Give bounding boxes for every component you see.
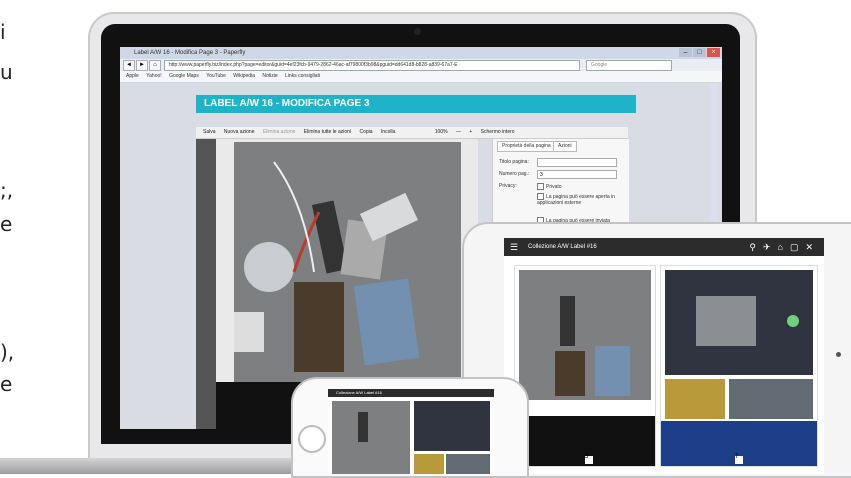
left-gutter	[196, 139, 216, 429]
page-icon[interactable]: ▢	[790, 242, 806, 252]
page-number-label: Numero pag.:	[499, 171, 530, 177]
tablet-page-number-left: 3	[585, 454, 589, 460]
window-titlebar: Label A/W 16 - Modifica Page 3 - Paperfl…	[120, 47, 722, 59]
camera	[414, 28, 421, 35]
checkbox[interactable]	[537, 183, 544, 190]
tablet-page-number-right: 7	[735, 454, 739, 460]
bookmark-links[interactable]: Links consigliati	[285, 73, 320, 79]
privacy-label: Privacy:	[499, 183, 517, 189]
tab-actions[interactable]: Azioni	[553, 141, 577, 152]
window-controls: – □ ×	[679, 48, 720, 57]
tablet-screen: ☰ Collezione A/W Label #16 ⚲✈⌂▢✕ 3 7	[504, 238, 824, 474]
close-button[interactable]: ×	[707, 48, 720, 57]
search-input[interactable]: Google	[586, 60, 672, 71]
tablet-page-right[interactable]: 7	[660, 265, 818, 467]
side-text-4: e	[0, 212, 13, 236]
minimize-button[interactable]: –	[679, 48, 692, 57]
maximize-button[interactable]: □	[693, 48, 706, 57]
browser-navbar: ◄ ► ⌂ http://www.paperfly.biz/index.php?…	[120, 59, 722, 71]
copy-button[interactable]: Copia	[359, 129, 372, 135]
title-field[interactable]	[537, 158, 617, 167]
forward-button[interactable]: ►	[136, 60, 148, 71]
checkbox[interactable]	[537, 193, 544, 200]
phone-screen: Collezione A/W Label #16	[328, 389, 494, 474]
share-icon[interactable]: ⌂	[778, 242, 790, 252]
privacy-external-label: La pagina può essere aperta in applicazi…	[537, 193, 615, 206]
window-title: Label A/W 16 - Modifica Page 3 - Paperfl…	[134, 50, 246, 56]
bookmark-news[interactable]: Notizie	[262, 73, 277, 79]
phone-content-image	[332, 401, 490, 474]
new-action-button[interactable]: Nuova azione	[224, 129, 255, 135]
paste-button[interactable]: Incolla	[381, 129, 395, 135]
tablet-home-dot	[836, 352, 841, 357]
side-text-6: e	[0, 372, 13, 396]
editor-toolbar: Salva Nuova azione Elimina azione Elimin…	[196, 127, 628, 139]
privacy-private[interactable]: Privato	[537, 183, 562, 190]
home-icon[interactable]: ⌂	[149, 60, 161, 71]
save-button[interactable]: Salva	[203, 129, 216, 135]
tablet-toolbar-icons: ⚲✈⌂▢✕	[749, 238, 820, 256]
privacy-external[interactable]: La pagina può essere aperta in applicazi…	[537, 193, 617, 206]
delete-all-button[interactable]: Elimina tutte le azioni	[304, 129, 351, 135]
tablet-title: Collezione A/W Label #16	[528, 244, 597, 250]
tablet-right-image	[661, 270, 817, 466]
side-text-5: ),	[0, 340, 15, 364]
fullscreen-button[interactable]: Schermo intero	[481, 129, 515, 135]
side-text-3: ;,	[0, 178, 14, 202]
close-icon[interactable]: ✕	[805, 242, 820, 252]
zoom-out-button[interactable]: —	[456, 129, 461, 135]
phone-header: Collezione A/W Label #16	[328, 389, 494, 397]
page-photo[interactable]	[234, 142, 461, 382]
page-title: LABEL A/W 16 - MODIFICA PAGE 3	[196, 95, 636, 113]
tab-page-properties[interactable]: Proprietà della pagina	[497, 141, 556, 152]
menu-icon[interactable]: ☰	[510, 238, 518, 256]
bookmarks-bar: Apple Yahoo! Google Maps YouTube Wikiped…	[120, 71, 722, 83]
bookmark-maps[interactable]: Google Maps	[169, 73, 199, 79]
side-text-2: u	[0, 60, 13, 84]
url-input[interactable]: http://www.paperfly.biz/index.php?page=e…	[164, 60, 580, 71]
tablet-header: ☰ Collezione A/W Label #16 ⚲✈⌂▢✕	[504, 238, 824, 256]
zoom-level[interactable]: 100%	[435, 129, 448, 135]
side-text-1: i	[0, 20, 6, 44]
cart-icon[interactable]: ✈	[763, 242, 778, 252]
phone-home-button[interactable]	[298, 425, 326, 453]
zoom-in-button[interactable]: +	[469, 129, 472, 135]
search-icon[interactable]: ⚲	[749, 242, 763, 252]
page-number-field[interactable]	[537, 170, 617, 179]
bookmark-youtube[interactable]: YouTube	[206, 73, 226, 79]
title-label: Titolo pagina:	[499, 159, 529, 165]
bookmark-wikipedia[interactable]: Wikipedia	[233, 73, 255, 79]
bookmark-yahoo[interactable]: Yahoo!	[146, 73, 161, 79]
labels-photo-image	[234, 142, 461, 382]
tablet-left-image	[515, 270, 655, 466]
delete-action-button[interactable]: Elimina azione	[263, 129, 296, 135]
bookmark-apple[interactable]: Apple	[126, 73, 139, 79]
back-button[interactable]: ◄	[123, 60, 135, 71]
tablet-page-left[interactable]: 3	[514, 265, 656, 467]
privacy-private-label: Privato	[546, 183, 562, 190]
